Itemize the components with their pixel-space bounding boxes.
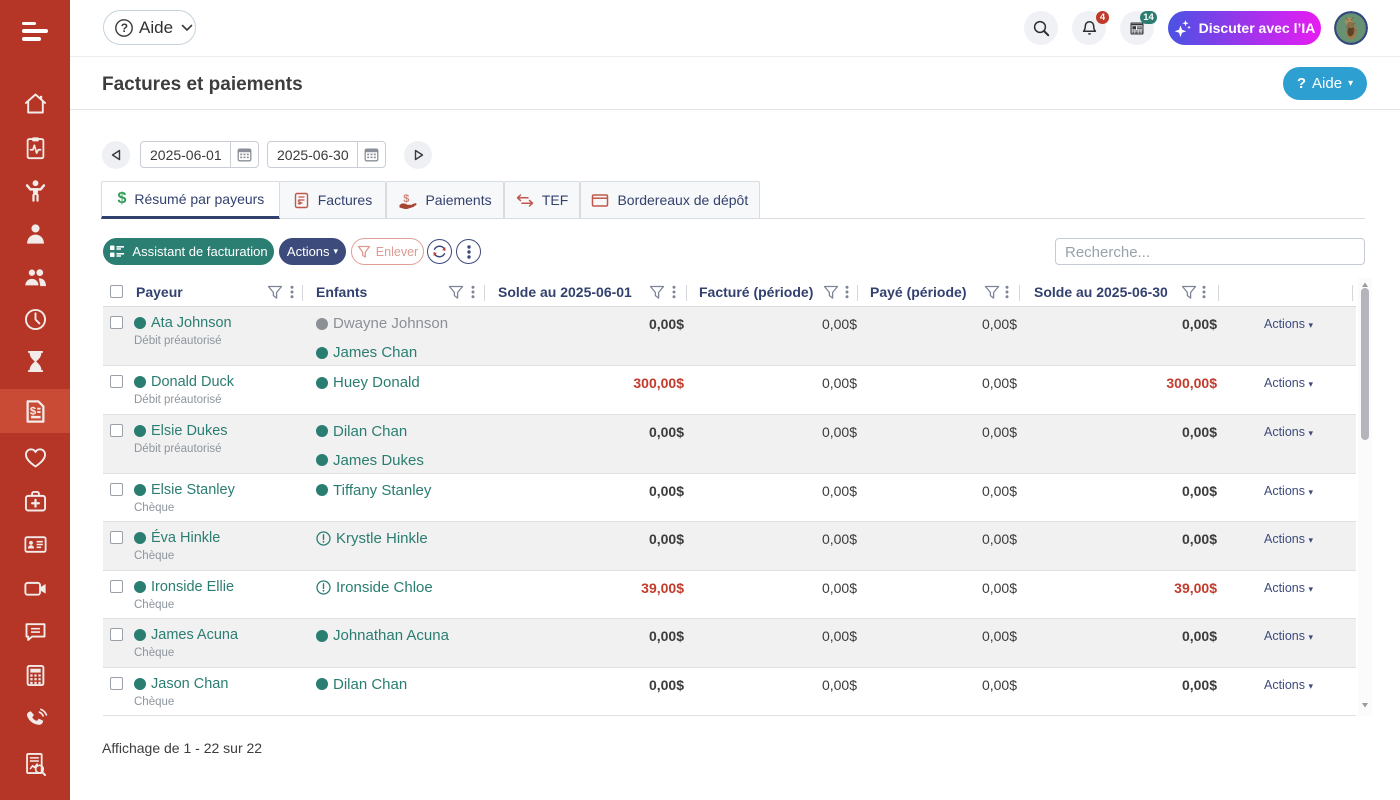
svg-text:$: $ <box>297 199 301 206</box>
svg-text:?: ? <box>121 21 128 35</box>
svg-text:$: $ <box>29 405 36 417</box>
svg-text:$: $ <box>404 193 410 205</box>
